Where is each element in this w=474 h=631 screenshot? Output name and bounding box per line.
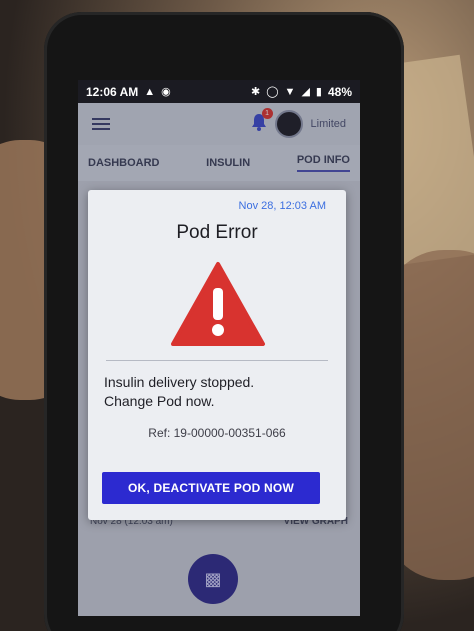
- dialog-divider: [106, 360, 328, 361]
- dialog-message-line-2: Change Pod now.: [104, 393, 215, 409]
- status-time: 12:06 AM: [86, 84, 139, 99]
- vibrate-icon: ◯: [266, 86, 279, 98]
- bluetooth-icon: ✱: [251, 86, 261, 98]
- phone-screen: 12:06 AM ▲ ◉ ✱ ◯ ▼ ◢ ▮ 48% 1 Limited DAS…: [78, 80, 360, 616]
- dialog-title: Pod Error: [176, 222, 258, 243]
- dialog-message-line-1: Insulin delivery stopped.: [104, 374, 255, 390]
- sync-icon: ◉: [161, 86, 171, 98]
- deactivate-pod-button[interactable]: OK, DEACTIVATE POD NOW: [102, 472, 320, 504]
- battery-percent: 48%: [327, 84, 352, 99]
- wifi-icon: ▼: [284, 85, 296, 98]
- warning-triangle-icon: [171, 262, 265, 346]
- pod-error-dialog: Nov 28, 12:03 AM Pod Error Insulin deliv…: [88, 190, 346, 520]
- dialog-timestamp: Nov 28, 12:03 AM: [238, 200, 326, 212]
- photo-scene: 12:06 AM ▲ ◉ ✱ ◯ ▼ ◢ ▮ 48% 1 Limited DAS…: [0, 0, 474, 631]
- battery-icon: ▮: [315, 86, 322, 98]
- dialog-reference: Ref: 19-00000-00351-066: [148, 426, 286, 440]
- signal-icon: ◢: [301, 86, 310, 98]
- dialog-message: Insulin delivery stopped. Change Pod now…: [104, 373, 330, 411]
- navigation-icon: ▲: [144, 85, 156, 98]
- status-bar: 12:06 AM ▲ ◉ ✱ ◯ ▼ ◢ ▮ 48%: [78, 80, 360, 103]
